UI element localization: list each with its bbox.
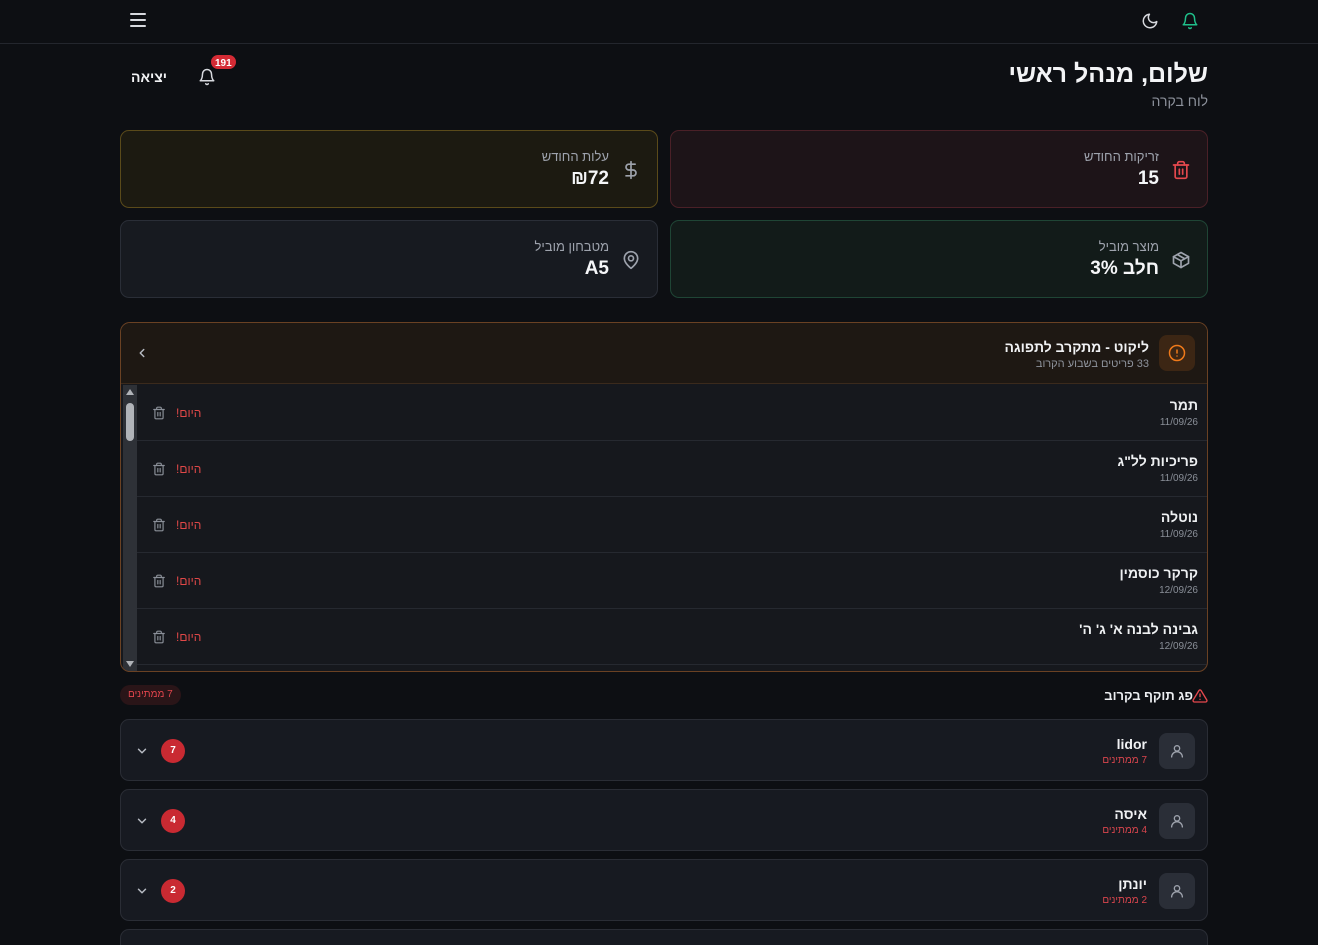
person-row[interactable]: יונתן 2 ממתינים 2 [120,859,1208,921]
item-status: היום! [176,518,202,532]
pending-count-badge: 7 ממתינים [120,685,181,705]
trash-icon[interactable] [152,462,166,476]
item-status: היום! [176,630,202,644]
trash-icon[interactable] [152,574,166,588]
notifications-bell-icon[interactable] [198,68,216,86]
expiring-panel-header[interactable]: ליקוט - מתקרב לתפוגה 33 פריטים בשבוע הקר… [121,323,1207,384]
trash-icon[interactable] [152,630,166,644]
item-date: 11/09/26 [1159,529,1198,540]
list-item: קרקר כוסמין 12/09/26 היום! [137,553,1207,609]
chevron-left-icon[interactable] [135,346,149,360]
item-date: 11/09/26 [1159,417,1198,428]
user-icon [1171,815,1183,828]
stat-value: A5 [584,258,609,279]
expiring-panel-title: ליקוט - מתקרב לתפוגה [1004,339,1149,355]
person-waiting: 7 ממתינים [1102,755,1147,766]
box-icon [1172,251,1190,269]
moon-icon[interactable] [1141,12,1159,30]
stat-value: חלב 3% [1090,258,1159,279]
item-name: גבינה לבנה א' ג' ה' [1079,621,1198,637]
chevron-down-icon[interactable] [135,744,149,758]
alert-circle-icon [1168,344,1186,362]
list-item: נוטלה 11/09/26 היום! [137,497,1207,553]
list-item: פריכיות לל"ג 11/09/26 היום! [137,441,1207,497]
stat-card-cost: עלות החודש ₪72 [120,130,658,208]
count-badge: 2 [161,879,185,903]
scroll-up-arrow[interactable] [126,389,134,395]
notification-count-badge: 191 [209,53,238,71]
trash-icon[interactable] [152,518,166,532]
list-item: גבינה לבנה א' ג' ה' 12/09/26 היום! [137,609,1207,665]
count-badge: 4 [161,809,185,833]
person-waiting: 4 ממתינים [1102,825,1147,836]
list-item: תמר 11/09/26 היום! [137,385,1207,441]
chevron-down-icon[interactable] [135,884,149,898]
item-date: 12/09/26 [1159,585,1198,596]
item-name: תמר [1169,397,1198,413]
stat-card-top-kitchen: מטבחון מוביל A5 [120,220,658,298]
stat-value: ₪72 [571,168,609,189]
page-header: שלום, מנהל ראשי לוח בקרה יציאה 191 [120,53,1208,118]
person-waiting: 2 ממתינים [1102,895,1147,906]
item-date: 12/09/26 [1159,641,1198,652]
user-icon [1171,885,1183,898]
page-title: שלום, מנהל ראשי [1008,60,1208,88]
person-name: lidor [1116,736,1147,752]
person-row-partial[interactable] [120,929,1208,945]
page-subtitle: לוח בקרה [1151,93,1208,109]
trash-icon [1172,160,1190,180]
user-icon [1171,745,1183,758]
stat-label: זריקות החודש [1083,149,1159,164]
top-bar [0,0,1318,44]
stat-label: מוצר מוביל [1098,239,1159,254]
item-status: היום! [176,406,202,420]
item-name: קרקר כוסמין [1119,565,1198,581]
scroll-down-arrow[interactable] [126,661,134,667]
stat-label: מטבחון מוביל [534,239,609,254]
warning-triangle-icon [1192,689,1208,703]
dollar-icon [625,160,637,180]
menu-icon[interactable] [130,13,146,27]
stat-card-top-product: מוצר מוביל חלב 3% [670,220,1208,298]
trash-icon[interactable] [152,406,166,420]
map-pin-icon [623,250,639,270]
scroll-thumb[interactable] [126,403,134,441]
item-status: היום! [176,462,202,476]
avatar [1159,873,1195,909]
item-status: היום! [176,574,202,588]
stat-card-waste: זריקות החודש 15 [670,130,1208,208]
list-scrollbar[interactable] [123,385,137,671]
chevron-down-icon[interactable] [135,814,149,828]
stat-value: 15 [1137,168,1159,189]
count-badge: 7 [161,739,185,763]
expiring-items-panel: ליקוט - מתקרב לתפוגה 33 פריטים בשבוע הקר… [120,322,1208,672]
logout-button[interactable]: יציאה [131,69,167,85]
item-name: פריכיות לל"ג [1117,453,1199,469]
person-row[interactable]: איסה 4 ממתינים 4 [120,789,1208,851]
expiring-panel-subtitle: 33 פריטים בשבוע הקרוב [1035,358,1149,370]
person-row[interactable]: lidor 7 ממתינים 7 [120,719,1208,781]
alert-icon-box [1159,335,1195,371]
pending-section-title: פג תוקף בקרוב [1104,688,1193,703]
bell-icon[interactable] [1181,12,1199,30]
item-date: 11/09/26 [1159,473,1198,484]
stat-label: עלות החודש [541,149,609,164]
person-name: יונתן [1118,876,1147,892]
avatar [1159,733,1195,769]
person-name: איסה [1114,806,1147,822]
avatar [1159,803,1195,839]
item-name: נוטלה [1160,509,1198,525]
